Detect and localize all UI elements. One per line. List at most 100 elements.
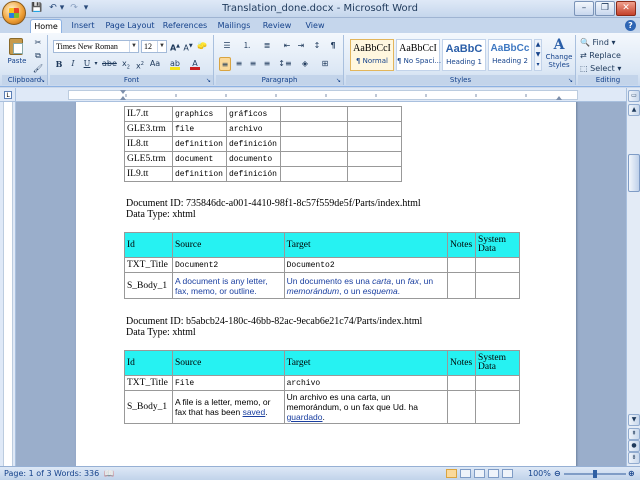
- table-cell[interactable]: [347, 121, 402, 137]
- table-cell[interactable]: [279, 106, 349, 122]
- font-name-combo[interactable]: Times New Roman ▼: [53, 40, 139, 53]
- table-cell[interactable]: [347, 166, 402, 182]
- tab-home[interactable]: Home: [30, 19, 62, 33]
- vertical-ruler[interactable]: [0, 102, 16, 466]
- tab-selector[interactable]: L: [0, 88, 16, 102]
- document-area[interactable]: IL7.tt graphics gráficos GLE3.trm file a…: [16, 102, 626, 466]
- table-cell[interactable]: [279, 136, 349, 152]
- tab-view[interactable]: View: [300, 19, 330, 33]
- table-cell[interactable]: IL7.tt: [124, 106, 173, 122]
- cell-target[interactable]: archivo: [283, 375, 449, 391]
- align-left-icon[interactable]: ≡: [219, 57, 231, 71]
- table-cell[interactable]: [279, 151, 349, 167]
- subscript-button[interactable]: x2: [120, 57, 132, 71]
- draft-view-icon[interactable]: [502, 469, 513, 478]
- table-cell[interactable]: definición: [225, 136, 281, 152]
- table-cell[interactable]: [347, 106, 402, 122]
- table-cell[interactable]: definition: [171, 136, 227, 152]
- table-cell[interactable]: definition: [171, 166, 227, 182]
- decrease-indent-icon[interactable]: ⇤: [281, 39, 293, 53]
- styles-launcher-icon[interactable]: ↘: [567, 77, 574, 84]
- select-button[interactable]: ⬚ Select ▾: [580, 62, 636, 76]
- zoom-slider-thumb[interactable]: [593, 470, 597, 478]
- zoom-in-icon[interactable]: ⊕: [628, 467, 635, 480]
- paste-button[interactable]: Paste: [6, 37, 26, 67]
- table-cell[interactable]: documento: [225, 151, 281, 167]
- select-browse-object-icon[interactable]: ●: [628, 440, 640, 452]
- styles-scroll[interactable]: ▲ ▼ ▾: [534, 39, 542, 71]
- cell-system-data[interactable]: [475, 375, 520, 391]
- bullets-icon[interactable]: ☰: [219, 39, 235, 53]
- table-cell[interactable]: document: [171, 151, 227, 167]
- table-cell[interactable]: IL9.tt: [124, 166, 173, 182]
- view-ruler-icon[interactable]: ▭: [628, 90, 640, 102]
- cell-source[interactable]: Document2: [171, 257, 285, 273]
- tab-references[interactable]: References: [160, 19, 210, 33]
- chevron-down-icon[interactable]: ▾: [93, 57, 99, 71]
- change-styles-button[interactable]: A Change Styles: [544, 37, 574, 73]
- previous-page-icon[interactable]: ⇞: [628, 428, 640, 440]
- table-cell[interactable]: [347, 136, 402, 152]
- numbering-icon[interactable]: ⒈: [239, 39, 255, 53]
- style-heading-1[interactable]: AaBbC Heading 1: [442, 39, 486, 71]
- full-screen-reading-icon[interactable]: [460, 469, 471, 478]
- align-center-icon[interactable]: ≡: [233, 57, 245, 71]
- strikethrough-button[interactable]: abe: [102, 57, 117, 71]
- cell-target[interactable]: Un archivo es una carta, un memorándum, …: [283, 390, 449, 424]
- table-cell[interactable]: [279, 121, 349, 137]
- copy-icon[interactable]: ⧉: [32, 49, 44, 63]
- web-layout-icon[interactable]: [474, 469, 485, 478]
- cell-notes[interactable]: [447, 375, 477, 391]
- tab-insert[interactable]: Insert: [66, 19, 100, 33]
- table-cell[interactable]: GLE3.trm: [124, 121, 173, 137]
- table-cell[interactable]: definición: [225, 166, 281, 182]
- justify-icon[interactable]: ≡: [261, 57, 273, 71]
- paragraph-launcher-icon[interactable]: ↘: [335, 77, 342, 84]
- cell-id[interactable]: TXT_Title: [124, 375, 173, 391]
- style-heading-2[interactable]: AaBbCc Heading 2: [488, 39, 532, 71]
- print-layout-view-icon[interactable]: [446, 469, 457, 478]
- next-page-icon[interactable]: ⇟: [628, 452, 640, 464]
- hyperlink-saved[interactable]: saved: [243, 407, 266, 417]
- tab-mailings[interactable]: Mailings: [214, 19, 254, 33]
- sort-icon[interactable]: ↕: [311, 39, 323, 53]
- close-button[interactable]: ✕: [616, 1, 636, 16]
- zoom-level[interactable]: 100%: [528, 467, 551, 480]
- help-icon[interactable]: ?: [625, 20, 636, 31]
- find-button[interactable]: 🔍 Find ▾: [580, 36, 636, 50]
- format-painter-icon[interactable]: 🖌: [32, 62, 44, 76]
- highlight-button[interactable]: ab: [168, 57, 182, 71]
- document-page[interactable]: IL7.tt graphics gráficos GLE3.trm file a…: [76, 102, 576, 466]
- table-cell[interactable]: GLE5.trm: [124, 151, 173, 167]
- line-spacing-icon[interactable]: ↕≡: [277, 57, 293, 71]
- borders-icon[interactable]: ⊞: [317, 57, 333, 71]
- style-no-spacing[interactable]: AaBbCcI ¶ No Spaci...: [396, 39, 441, 71]
- clear-formatting-icon[interactable]: 🧽: [196, 39, 208, 53]
- cell-notes[interactable]: [447, 272, 477, 299]
- cell-system-data[interactable]: [475, 257, 520, 273]
- cell-source[interactable]: File: [171, 375, 285, 391]
- zoom-out-icon[interactable]: ⊖: [554, 467, 561, 480]
- cell-system-data[interactable]: [475, 390, 520, 424]
- cut-icon[interactable]: ✂: [32, 36, 44, 50]
- align-right-icon[interactable]: ≡: [247, 57, 259, 71]
- cell-id[interactable]: S_Body_1: [124, 272, 173, 299]
- vertical-scrollbar[interactable]: ▭ ▲ ▼ ⇞ ● ⇟: [626, 88, 640, 466]
- cell-system-data[interactable]: [475, 272, 520, 299]
- cell-target[interactable]: Un documento es una carta, un fax, un me…: [283, 272, 449, 299]
- outline-view-icon[interactable]: [488, 469, 499, 478]
- font-size-combo[interactable]: 12 ▼: [141, 40, 167, 53]
- scroll-up-icon[interactable]: ▲: [628, 104, 640, 116]
- table-cell[interactable]: gráficos: [225, 106, 281, 122]
- show-marks-icon[interactable]: ¶: [327, 39, 339, 53]
- change-case-button[interactable]: Aa: [148, 57, 162, 71]
- italic-button[interactable]: I: [67, 57, 79, 71]
- font-color-button[interactable]: A: [188, 57, 202, 71]
- minimize-button[interactable]: –: [574, 1, 594, 16]
- style-normal[interactable]: AaBbCcI ¶ Normal: [350, 39, 394, 71]
- proofing-icon[interactable]: 📖: [104, 467, 114, 480]
- table-cell[interactable]: graphics: [171, 106, 227, 122]
- table-cell[interactable]: file: [171, 121, 227, 137]
- cell-source[interactable]: A file is a letter, memo, or fax that ha…: [171, 390, 285, 424]
- chevron-down-icon[interactable]: ▼: [129, 41, 138, 52]
